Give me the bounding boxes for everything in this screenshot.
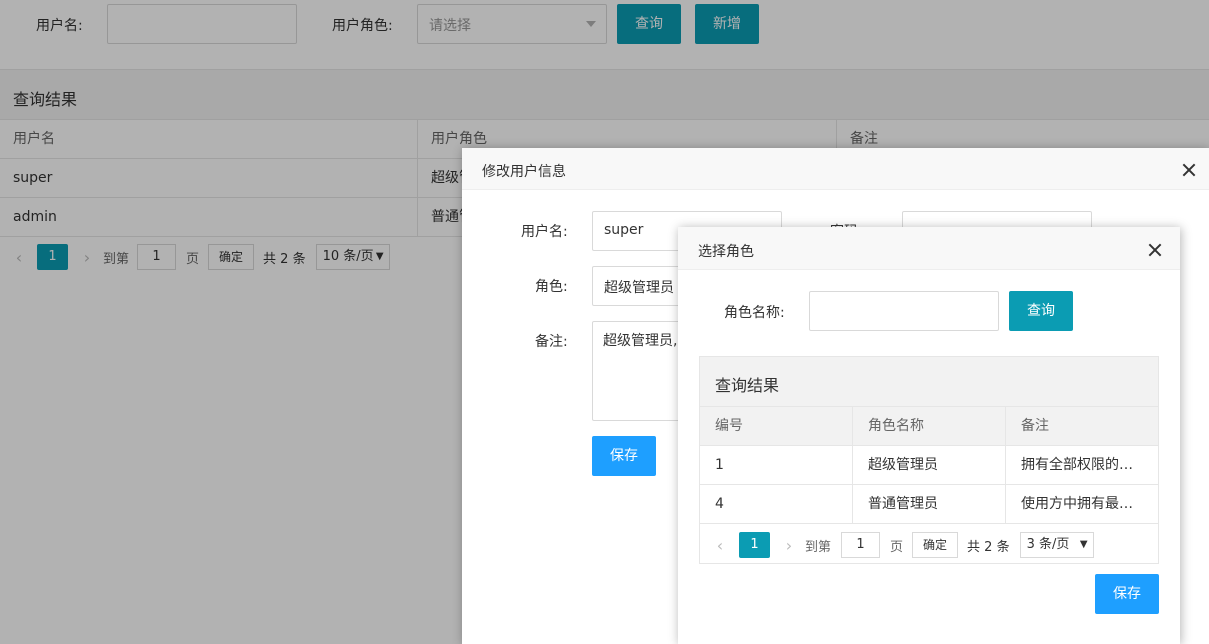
goto-prefix: 到第	[805, 539, 832, 555]
chevron-left-icon[interactable]: ‹	[709, 536, 731, 555]
page-size-select[interactable]: 3 条/页 ▼	[1019, 532, 1094, 558]
column-header-role-name: 角色名称	[853, 407, 1006, 445]
cell-id: 1	[700, 446, 853, 484]
goto-suffix: 页	[890, 539, 904, 555]
close-icon[interactable]	[1182, 163, 1196, 177]
cell-remark: 拥有全部权限的…	[1021, 457, 1133, 473]
role-table-header-row: 编号 角色名称 备注	[700, 407, 1158, 446]
cell-id: 4	[700, 485, 853, 523]
role-dialog-title: 选择角色	[698, 244, 754, 260]
edit-dialog-header: 修改用户信息	[462, 148, 1209, 190]
page-current[interactable]: 1	[739, 532, 770, 558]
role-results-panel: 查询结果 编号 角色名称 备注 1 超级管理员 拥有全部权限的… 4 普通管理员…	[699, 356, 1159, 564]
role-name-label: 角色名称:	[724, 305, 785, 321]
page-size-value: 3 条/页	[1026, 537, 1070, 552]
edit-save-button[interactable]: 保存	[592, 436, 656, 476]
goto-confirm-button[interactable]: 确定	[912, 532, 959, 558]
close-icon[interactable]	[1148, 243, 1162, 257]
cell-remark: 使用方中拥有最…	[1021, 496, 1133, 512]
edit-role-label: 角色:	[535, 279, 568, 295]
chevron-right-icon[interactable]: ›	[778, 536, 800, 555]
cell-role-name: 普通管理员	[853, 485, 1006, 523]
select-role-dialog: 选择角色 角色名称: 查询 查询结果 编号 角色名称 备注 1 超级管理员 拥有…	[678, 227, 1180, 644]
role-query-button[interactable]: 查询	[1009, 291, 1073, 331]
edit-username-value: super	[604, 222, 644, 238]
column-header-id: 编号	[700, 407, 853, 445]
role-results-title: 查询结果	[715, 376, 780, 395]
table-row[interactable]: 1 超级管理员 拥有全部权限的…	[700, 446, 1158, 485]
edit-username-label: 用户名:	[521, 224, 568, 240]
role-name-input[interactable]	[809, 291, 999, 331]
role-results-header: 查询结果	[700, 357, 1158, 407]
role-dialog-header: 选择角色	[678, 227, 1180, 270]
role-pagination: ‹ 1 › 到第 1 页 确定 共 2 条 3 条/页 ▼	[709, 531, 1094, 559]
goto-page-input[interactable]: 1	[841, 532, 881, 558]
edit-role-value: 超级管理员	[604, 280, 674, 296]
edit-remark-label: 备注:	[535, 334, 568, 350]
edit-dialog-title: 修改用户信息	[482, 164, 566, 180]
role-save-button[interactable]: 保存	[1095, 574, 1159, 614]
total-count: 共 2 条	[967, 539, 1010, 555]
column-header-remark: 备注	[1021, 418, 1049, 434]
cell-role-name: 超级管理员	[853, 446, 1006, 484]
table-row[interactable]: 4 普通管理员 使用方中拥有最…	[700, 485, 1158, 524]
triangle-down-icon: ▼	[1079, 539, 1088, 550]
